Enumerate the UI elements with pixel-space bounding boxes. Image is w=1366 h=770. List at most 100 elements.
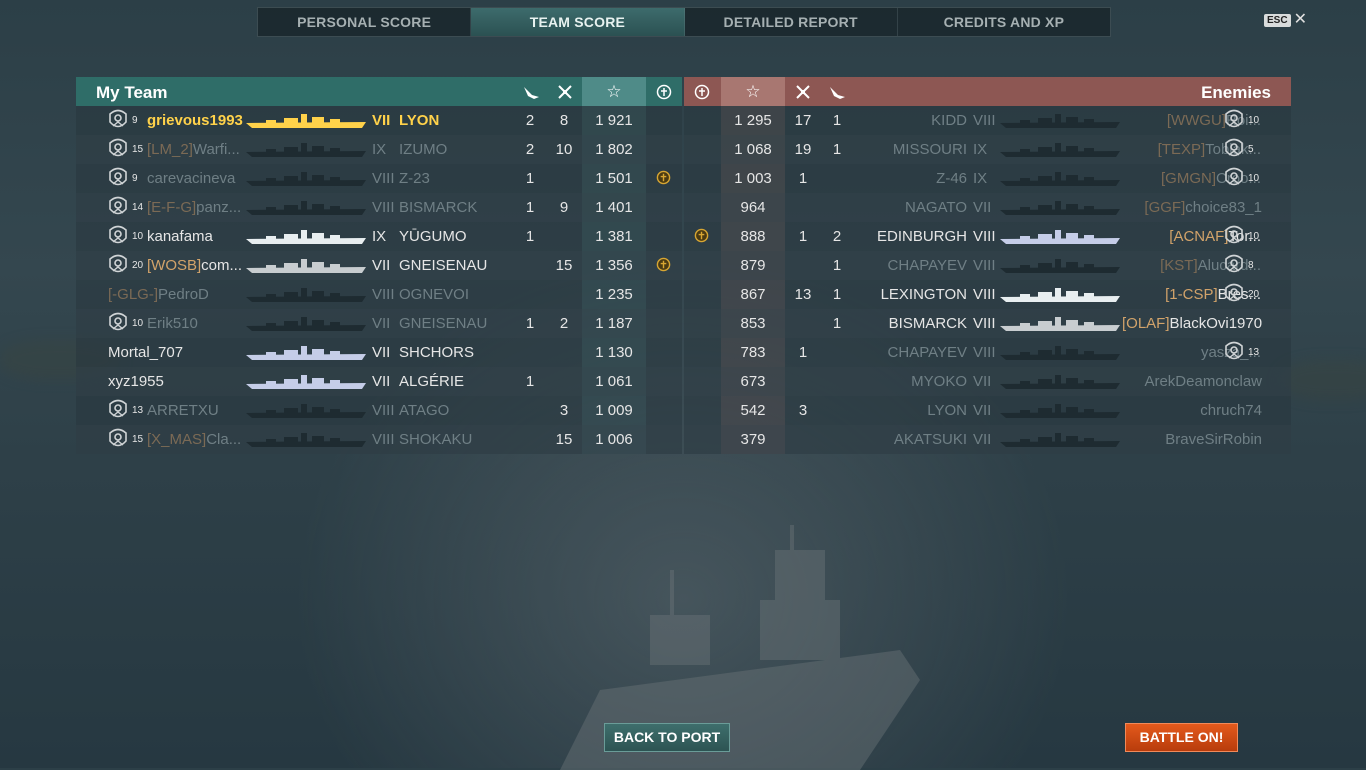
score-value: 1 235: [595, 286, 633, 303]
ship-tier: IX: [973, 141, 988, 158]
score-star-icon: ☆: [721, 77, 785, 106]
player-name-cell: kanafama: [147, 222, 247, 251]
player-row[interactable]: [-GLG-]PedroDestr... VIIIOGNEVOI 1 235: [76, 280, 682, 309]
ship-name: SHOKAKU: [399, 431, 473, 448]
score-value: 673: [740, 373, 766, 390]
ship-name: SHCHORS: [399, 344, 475, 361]
player-row[interactable]: 542 3 LYON VII chruch74: [684, 396, 1291, 425]
ship-silhouette: [1000, 316, 1120, 336]
player-name: kanafama: [147, 228, 213, 245]
score-value: 1 921: [595, 112, 633, 129]
torpedo-hits: 1: [525, 315, 535, 332]
ship-name: YŪGUMO: [399, 228, 467, 245]
player-row[interactable]: 783 1 CHAPAYEV VIII yasza_... 13: [684, 338, 1291, 367]
planes-destroyed: 1: [798, 344, 808, 361]
player-row[interactable]: 10 Erik510 VII GNEISENAU 1 2 1 187: [76, 309, 682, 338]
player-row[interactable]: 14 [E-F-G]panz... VIII BISMARCK 1 9 1 401: [76, 193, 682, 222]
torpedo-hits: 1: [832, 112, 842, 129]
ship-tier: VIII: [372, 170, 395, 187]
ship-tier: VII: [372, 112, 391, 129]
player-name-cell: Mortal_707: [108, 338, 208, 367]
player-row[interactable]: 673 MYOKO VII ArekDeamonclaw: [684, 367, 1291, 396]
ship-name: MYOKO: [911, 373, 967, 390]
player-row[interactable]: 9 grievous1993 VII LYON 2 8 1 921: [76, 106, 682, 135]
player-name-cell: ARRETXU: [147, 396, 247, 425]
rank-icon: [1222, 108, 1246, 132]
ship-silhouette: [246, 432, 366, 452]
score-value: 1 401: [595, 199, 633, 216]
ship-name: MISSOURI: [892, 141, 967, 158]
player-row[interactable]: 888 1 2 EDINBURGH VIII [ACNAF]Tor... 10: [684, 222, 1291, 251]
ship-tier: VII: [973, 199, 992, 216]
score-value: 867: [740, 286, 766, 303]
player-row[interactable]: 1 003 1 Z-46 IX [GMGN]Croo... 10: [684, 164, 1291, 193]
player-row[interactable]: 20 [WOSB]com... VII GNEISENAU 15 1 356: [76, 251, 682, 280]
player-row[interactable]: xyz1955 VII ALGÉRIE 1 1 061: [76, 367, 682, 396]
ship-tier: IX: [973, 170, 988, 187]
ship-tier: VII: [372, 315, 391, 332]
rank-icon: [1222, 340, 1246, 364]
clan-tag: [TEXP]: [1157, 141, 1206, 158]
tab-detailed-report[interactable]: DETAILED REPORT: [685, 8, 898, 36]
score-value: 1 009: [595, 402, 633, 419]
player-row[interactable]: 1 295 17 1 KIDD VIII [WWGU]Roi... 10: [684, 106, 1291, 135]
ship-tier: VII: [973, 431, 992, 448]
clan-tag: [ACNAF]: [1169, 228, 1229, 245]
ship-name: CHAPAYEV: [887, 257, 967, 274]
close-button[interactable]: ESC ✕: [1264, 11, 1307, 28]
player-row[interactable]: 853 1 BISMARCK VIII [OLAF]BlackOvi1970: [684, 309, 1291, 338]
score-value: 1 061: [595, 373, 633, 390]
player-name-cell: [X_MAS]Cla...: [147, 425, 247, 454]
torpedo-hits: 2: [525, 112, 535, 129]
clan-tag: [1-CSP]: [1165, 286, 1218, 303]
planes-destroyed: 3: [798, 402, 808, 419]
close-icon: ✕: [1293, 11, 1307, 28]
player-row[interactable]: 867 13 1 LEXINGTON VIII [1-CSP]Bres... 20: [684, 280, 1291, 309]
planes-destroyed: 13: [794, 286, 812, 303]
torpedo-hits: 1: [832, 286, 842, 303]
back-to-port-button[interactable]: BACK TO PORT: [604, 723, 730, 752]
battle-on-button[interactable]: BATTLE ON!: [1125, 723, 1238, 752]
player-row[interactable]: 9 carevacineva VIII Z-23 1 1 501: [76, 164, 682, 193]
player-name: BlackOvi1970: [1169, 315, 1262, 332]
player-row[interactable]: 15 [LM_2]Warfi... IX IZUMO 2 10 1 802: [76, 135, 682, 164]
ship-name: CHAPAYEV: [887, 344, 967, 361]
ship-silhouette: [1000, 258, 1120, 278]
player-name-cell: [LM_2]Warfi...: [147, 135, 247, 164]
planes-destroyed: 10: [555, 141, 573, 158]
ship-tier: VIII: [973, 286, 996, 303]
ship-name: KIDD: [931, 112, 967, 129]
planes-destroyed: 9: [559, 199, 569, 216]
player-row[interactable]: 879 1 CHAPAYEV VIII [KST]Alucard... 8: [684, 251, 1291, 280]
player-row[interactable]: 1 068 19 1 MISSOURI IX [TEXP]Toblak... 5: [684, 135, 1291, 164]
ship-tier: VIII: [973, 112, 996, 129]
ship-name: LEXINGTON: [880, 286, 967, 303]
ship-tier: VIII: [973, 344, 996, 361]
player-name-cell: grievous1993: [147, 106, 247, 135]
player-row[interactable]: 964 NAGATO VII [GGF]choice83_1: [684, 193, 1291, 222]
esc-key-label: ESC: [1264, 13, 1291, 27]
medal-icon: [656, 170, 671, 188]
score-value: 783: [740, 344, 766, 361]
ship-name: Z-23: [399, 170, 430, 187]
player-row[interactable]: 379 AKATSUKI VII BraveSirRobin: [684, 425, 1291, 454]
ship-silhouette: [246, 345, 366, 365]
service-level: 15: [132, 434, 144, 445]
ship-silhouette: [1000, 287, 1120, 307]
score-value: 888: [740, 228, 766, 245]
player-row[interactable]: 15 [X_MAS]Cla... VIII SHOKAKU 15 1 006: [76, 425, 682, 454]
player-row[interactable]: Mortal_707 VII SHCHORS 1 130: [76, 338, 682, 367]
clan-tag: [KST]: [1160, 257, 1198, 274]
ship-tier: IX: [372, 228, 387, 245]
clan-tag: [LM_2]: [147, 141, 193, 158]
ship-name: NAGATO: [905, 199, 967, 216]
tab-credits-and-xp[interactable]: CREDITS AND XP: [898, 8, 1110, 36]
service-level: 10: [1248, 173, 1260, 184]
tab-personal-score[interactable]: PERSONAL SCORE: [258, 8, 472, 36]
tab-team-score[interactable]: TEAM SCORE: [471, 8, 685, 36]
player-name-cell: [WOSB]com...: [147, 251, 247, 280]
player-row[interactable]: 13 ARRETXU VIII ATAGO 3 1 009: [76, 396, 682, 425]
player-row[interactable]: 10 kanafama IX YŪGUMO 1 1 381: [76, 222, 682, 251]
medal-icon: [656, 257, 671, 275]
ship-tier: VIII: [372, 199, 395, 216]
